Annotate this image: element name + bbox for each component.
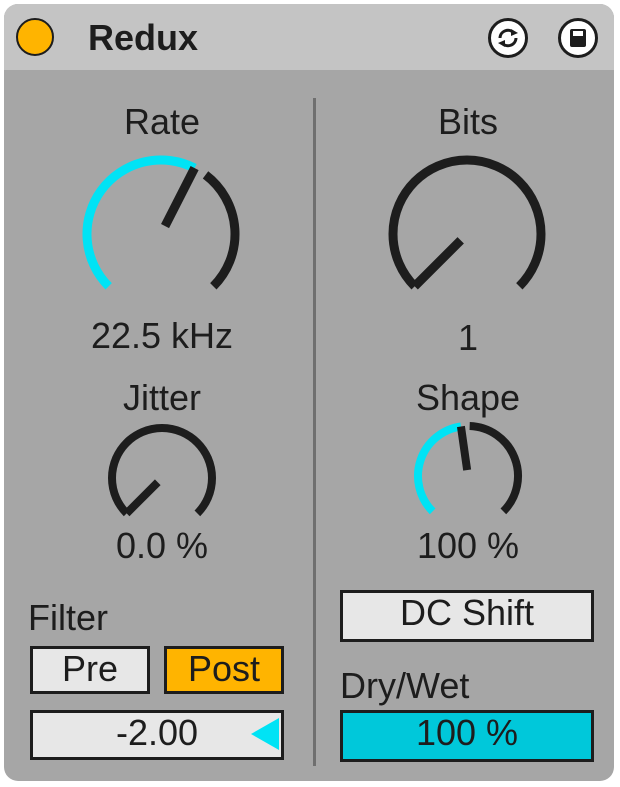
filter-post-button[interactable]: Post: [164, 646, 284, 694]
filter-octaves-slider[interactable]: -2.00: [30, 710, 284, 760]
filter-pre-button[interactable]: Pre: [30, 646, 150, 694]
filter-label: Filter: [28, 597, 108, 638]
device-title-bar: Redux: [4, 4, 614, 70]
bits-label: Bits: [437, 101, 498, 142]
bits-value: 1: [457, 317, 479, 358]
rate-knob[interactable]: [70, 144, 252, 320]
device-title: Redux: [88, 17, 199, 58]
slider-arrow-icon: [251, 718, 279, 750]
shape-label: Shape: [415, 377, 521, 418]
drywet-slider[interactable]: 100 %: [340, 710, 594, 762]
jitter-label: Jitter: [122, 377, 201, 418]
section-divider: [313, 98, 316, 766]
drywet-value: 100 %: [415, 712, 519, 753]
jitter-knob[interactable]: [102, 420, 222, 536]
shape-knob[interactable]: [408, 418, 528, 534]
jitter-value: 0.0 %: [115, 525, 209, 566]
hot-swap-icon[interactable]: [488, 18, 528, 58]
redux-device: Redux Rate 22.5 kHz Jitter 0.0 % Filter …: [4, 4, 614, 781]
bits-knob[interactable]: [376, 144, 558, 320]
drywet-label: Dry/Wet: [340, 665, 470, 706]
rate-label: Rate: [123, 101, 201, 142]
shape-value: 100 %: [416, 525, 520, 566]
save-preset-icon[interactable]: [558, 18, 598, 58]
rate-value: 22.5 kHz: [90, 315, 234, 356]
dc-shift-button[interactable]: DC Shift: [340, 590, 594, 642]
filter-octaves-value: -2.00: [115, 712, 199, 753]
device-power-toggle[interactable]: [16, 18, 54, 56]
